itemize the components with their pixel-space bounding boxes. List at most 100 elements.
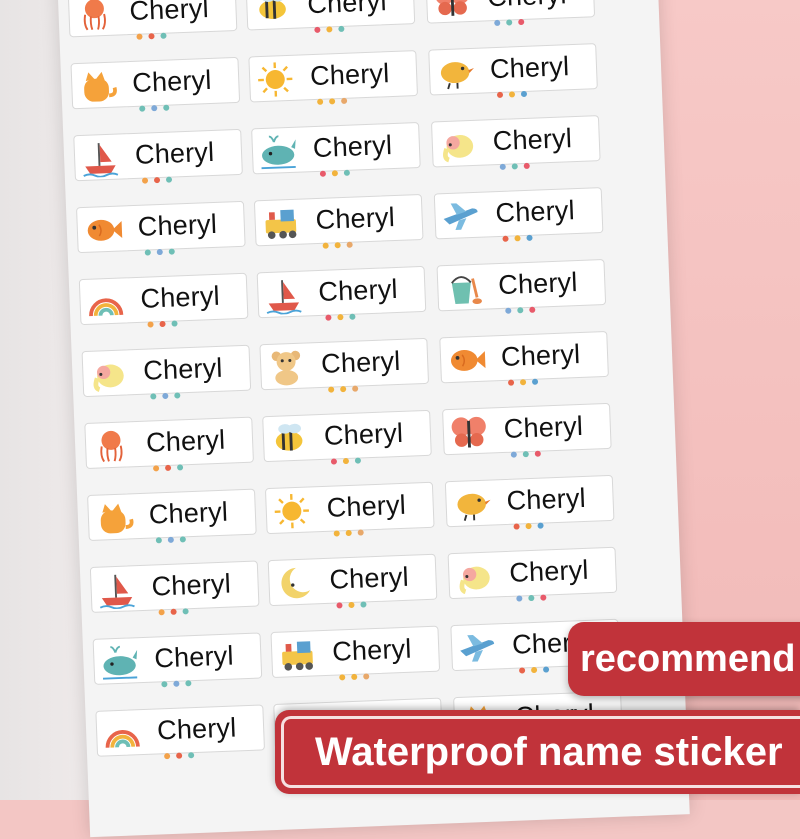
sticker-name: Cheryl: [312, 130, 393, 164]
decorative-dots: [158, 601, 195, 620]
sticker-name: Cheryl: [497, 267, 579, 301]
elephant-icon: [437, 125, 478, 165]
decorative-dots: [507, 371, 545, 390]
decorative-dot: [330, 458, 338, 465]
name-sticker: Cheryl: [264, 481, 435, 537]
decorative-dot: [540, 594, 547, 601]
decorative-dot: [531, 666, 538, 674]
name-sticker: Cheryl: [76, 200, 246, 256]
sticker-name: Cheryl: [142, 352, 224, 386]
sticker-name: Cheryl: [320, 345, 401, 379]
decorative-dots: [314, 19, 351, 38]
fish-icon: [82, 210, 123, 250]
decorative-dots: [513, 515, 550, 534]
teddy-bear-icon: [266, 348, 307, 388]
decorative-dots: [144, 241, 181, 260]
decorative-dots: [319, 162, 357, 181]
decorative-dot: [322, 242, 329, 249]
sticker-name: Cheryl: [139, 280, 221, 314]
decorative-dot: [522, 451, 529, 458]
decorative-dot: [499, 163, 506, 170]
recommend-banner: recommend: [568, 622, 800, 696]
butterfly-icon: [448, 413, 489, 453]
decorative-dot: [514, 235, 521, 242]
name-sticker: Cheryl: [428, 43, 598, 98]
decorative-dots: [336, 594, 373, 613]
cat-icon: [93, 498, 134, 538]
decorative-dot: [176, 752, 183, 759]
decorative-dot: [165, 176, 173, 183]
name-sticker: Cheryl: [73, 128, 243, 184]
decorative-dot: [319, 170, 327, 177]
decorative-dot: [510, 451, 517, 458]
sticker-name: Cheryl: [506, 482, 587, 516]
name-sticker: Cheryl: [433, 187, 604, 242]
name-sticker: Cheryl: [95, 704, 266, 760]
name-sticker: Cheryl: [81, 344, 252, 400]
decorative-dot: [328, 386, 335, 393]
decorative-dot: [526, 234, 533, 241]
decorative-dot: [325, 314, 332, 321]
decorative-dot: [496, 91, 504, 98]
sun-icon: [255, 60, 296, 100]
decorative-dots: [317, 91, 354, 110]
decorative-dot: [139, 105, 146, 112]
decorative-dot: [338, 25, 345, 33]
sticker-name: Cheryl: [492, 123, 573, 157]
decorative-dot: [164, 753, 171, 760]
sticker-name: Cheryl: [128, 0, 210, 27]
sticker-name: Cheryl: [145, 424, 226, 458]
sticker-name: Cheryl: [153, 640, 235, 674]
decorative-dot: [314, 26, 321, 33]
decorative-dot: [345, 529, 352, 537]
decorative-dot: [141, 177, 149, 184]
decorative-dot: [182, 608, 189, 615]
name-sticker: Cheryl: [267, 553, 438, 609]
sailboat-icon: [79, 139, 120, 179]
decorative-dots: [496, 84, 534, 103]
decorative-dot: [537, 522, 544, 529]
decorative-dots: [328, 378, 365, 397]
decorative-dot: [506, 19, 513, 26]
moon-icon: [274, 563, 315, 603]
decorative-dot: [159, 320, 166, 328]
sticker-name: Cheryl: [309, 58, 390, 92]
decorative-dot: [151, 105, 158, 112]
decorative-dot: [349, 313, 356, 320]
decorative-dot: [363, 673, 370, 680]
bird-icon: [451, 485, 492, 525]
name-sticker: Cheryl: [442, 402, 612, 458]
decorative-dots: [322, 234, 359, 253]
name-sticker: Cheryl: [262, 409, 432, 465]
sticker-name: Cheryl: [489, 51, 570, 85]
decorative-dot: [336, 602, 343, 609]
decorative-dot: [158, 609, 165, 616]
name-sticker: Cheryl: [444, 474, 615, 530]
decorative-dot: [337, 314, 344, 321]
decorative-dot: [348, 601, 355, 609]
sticker-name: Cheryl: [331, 633, 413, 667]
rainbow-icon: [102, 714, 143, 754]
decorative-dots: [339, 666, 376, 685]
sticker-name: Cheryl: [494, 195, 576, 229]
decorative-dot: [339, 674, 346, 681]
decorative-dot: [160, 32, 167, 39]
name-sticker: Cheryl: [92, 632, 263, 688]
sticker-name: Cheryl: [508, 554, 590, 588]
decorative-dot: [534, 450, 541, 457]
waterproof-banner: Waterproof name sticker: [275, 710, 800, 794]
decorative-dot: [173, 680, 180, 687]
bee-icon: [252, 0, 293, 27]
sticker-name: Cheryl: [306, 0, 388, 20]
sticker-name: Cheryl: [134, 136, 215, 170]
name-sticker: Cheryl: [248, 50, 418, 105]
whale-icon: [99, 642, 140, 682]
decorative-dots: [519, 659, 556, 678]
name-sticker: Cheryl: [89, 560, 260, 616]
decorative-dot: [542, 666, 550, 673]
decorative-dot: [329, 98, 336, 105]
name-sticker: Cheryl: [439, 330, 609, 386]
decorative-dot: [334, 242, 341, 249]
sand-bucket-icon: [443, 269, 484, 309]
decorative-dot: [519, 379, 527, 386]
